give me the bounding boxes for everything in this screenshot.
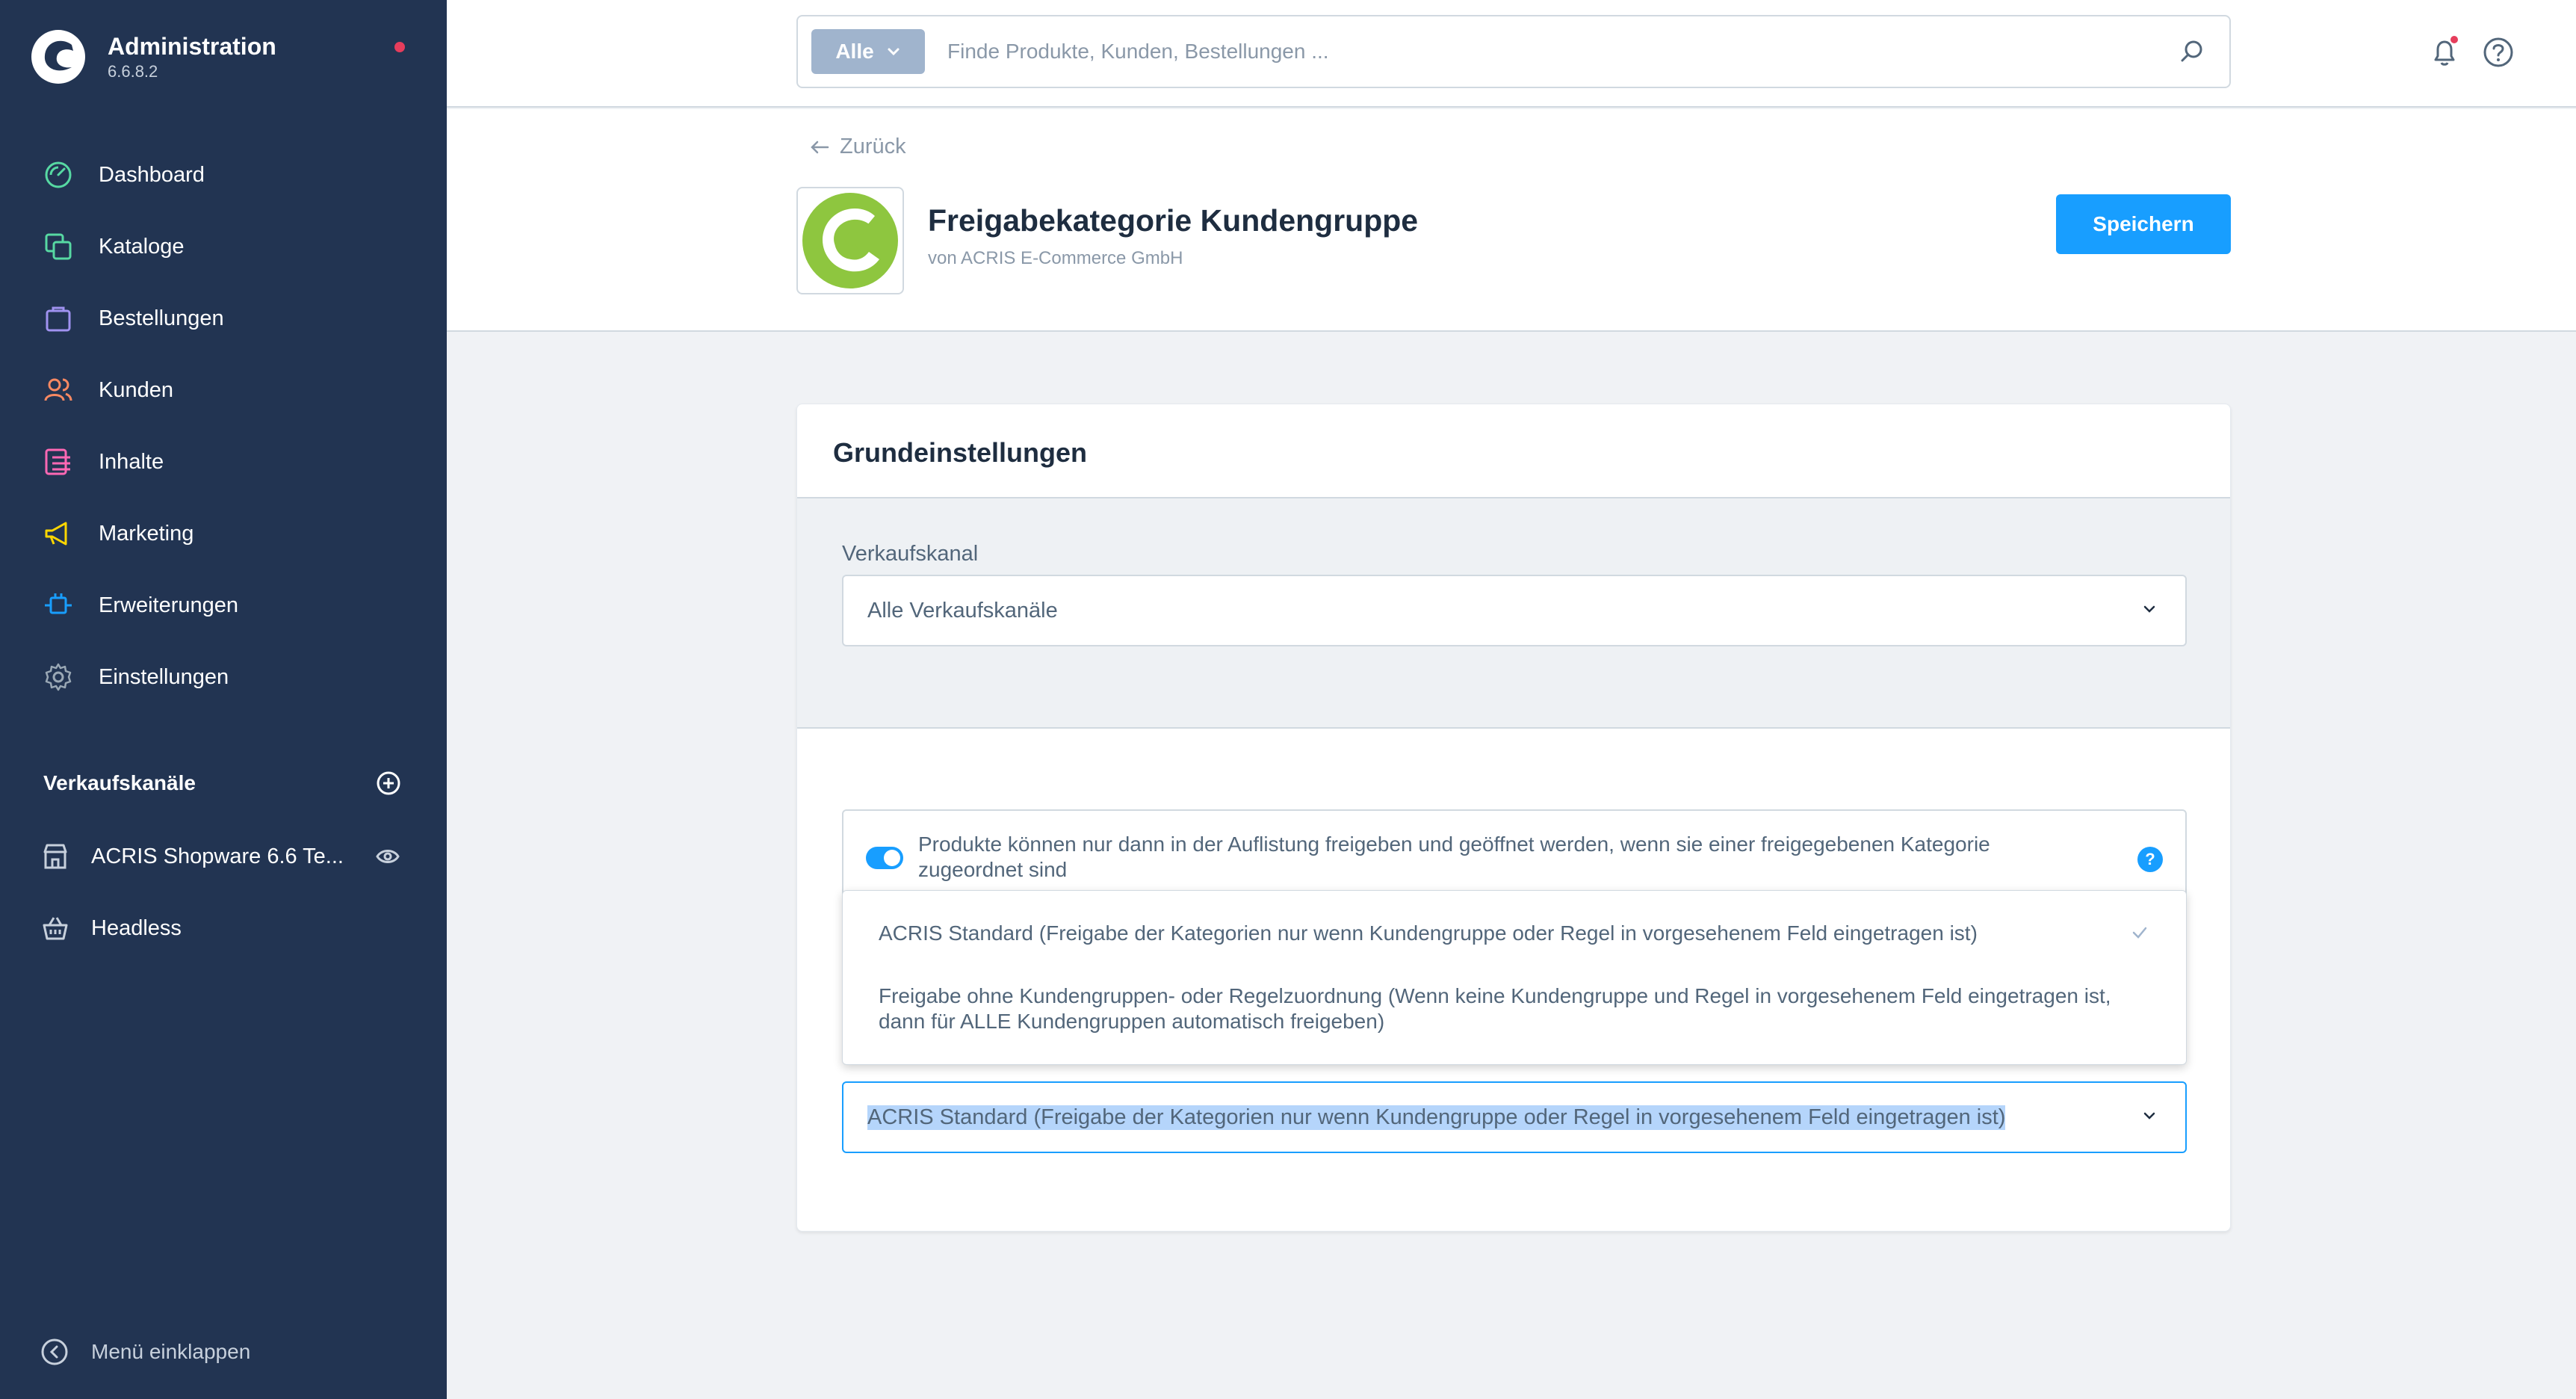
collapse-menu-button[interactable]: Menü einklappen	[40, 1338, 250, 1366]
release-mode-dropdown: ACRIS Standard (Freigabe der Kategorien …	[842, 890, 2187, 1065]
nav-item-label: Inhalte	[99, 449, 164, 474]
release-mode-select[interactable]: ACRIS Standard (Freigabe der Kategorien …	[842, 1081, 2187, 1153]
sales-channel-list: ACRIS Shopware 6.6 Te... Headless	[0, 821, 447, 964]
option-label: Freigabe ohne Kundengruppen- oder Regelz…	[879, 984, 2111, 1033]
dropdown-option[interactable]: ACRIS Standard (Freigabe der Kategorien …	[843, 921, 2186, 946]
option-label: ACRIS Standard (Freigabe der Kategorien …	[879, 921, 1978, 945]
page-title: Freigabekategorie Kundengruppe	[928, 203, 1419, 238]
back-label: Zurück	[840, 135, 906, 158]
sales-channel-section: Verkaufskanal Alle Verkaufskanäle	[797, 497, 2230, 729]
brand-title: Administration	[108, 33, 276, 60]
back-link[interactable]: Zurück	[810, 135, 906, 159]
search-type-label: Alle	[835, 40, 874, 63]
status-dot	[394, 42, 405, 52]
marketing-icon	[40, 516, 76, 552]
nav-item-label: Einstellungen	[99, 664, 229, 689]
nav-item-kunden[interactable]: Kunden	[0, 354, 447, 426]
orders-icon	[40, 300, 76, 336]
sales-channel-item-storefront[interactable]: ACRIS Shopware 6.6 Te...	[0, 821, 447, 892]
search-input[interactable]	[947, 40, 2177, 64]
sales-channel-label: ACRIS Shopware 6.6 Te...	[91, 844, 344, 868]
chevron-down-icon	[2143, 1112, 2155, 1119]
brand-version: 6.6.8.2	[108, 62, 158, 81]
add-sales-channel-icon[interactable]	[375, 770, 402, 797]
content-icon	[40, 444, 76, 480]
sidebar: Administration 6.6.8.2 Dashboard Katalog…	[0, 0, 447, 1399]
nav-item-bestellungen[interactable]: Bestellungen	[0, 282, 447, 354]
sales-channels-header: Verkaufskanäle	[43, 770, 402, 797]
dashboard-icon	[40, 157, 76, 193]
notification-badge	[2449, 34, 2459, 45]
storefront-icon	[43, 844, 67, 869]
nav-item-inhalte[interactable]: Inhalte	[0, 426, 447, 498]
search-icon[interactable]	[2177, 37, 2207, 67]
card-title: Grundeinstellungen	[833, 437, 1088, 468]
main-nav: Dashboard Kataloge Bestellungen Kunden I…	[0, 139, 447, 713]
shopware-logo	[31, 30, 85, 84]
sales-channel-label: Headless	[91, 915, 182, 940]
chevron-down-icon	[888, 48, 900, 56]
sales-channel-label: Verkaufskanal	[842, 542, 979, 566]
nav-item-label: Marketing	[99, 521, 194, 546]
nav-item-dashboard[interactable]: Dashboard	[0, 139, 447, 211]
help-tooltip-icon[interactable]: ?	[2137, 847, 2163, 872]
nav-item-label: Dashboard	[99, 162, 205, 187]
app-vendor: von ACRIS E-Commerce GmbH	[928, 248, 1183, 268]
save-button[interactable]: Speichern	[2056, 194, 2231, 254]
nav-item-kataloge[interactable]: Kataloge	[0, 211, 447, 282]
nav-item-einstellungen[interactable]: Einstellungen	[0, 641, 447, 713]
switch-label: Produkte können nur dann in der Auflistu…	[918, 833, 1990, 881]
nav-item-marketing[interactable]: Marketing	[0, 498, 447, 569]
settings-icon	[40, 659, 76, 695]
chevron-left-circle-icon	[41, 1338, 68, 1365]
arrow-left-icon	[811, 140, 829, 153]
nav-item-label: Kataloge	[99, 234, 185, 259]
checkmark-icon	[2132, 927, 2147, 939]
app-logo	[796, 187, 904, 294]
global-search: Alle	[796, 15, 2231, 88]
dropdown-option[interactable]: Freigabe ohne Kundengruppen- oder Regelz…	[843, 983, 2186, 1034]
topbar: Alle	[447, 0, 2576, 108]
sales-channel-value: Alle Verkaufskanäle	[867, 598, 1058, 623]
category-release-switch[interactable]	[866, 847, 903, 869]
eye-icon[interactable]	[375, 844, 400, 869]
sales-channel-select[interactable]: Alle Verkaufskanäle	[842, 575, 2187, 646]
settings-card: Grundeinstellungen Verkaufskanal Alle Ve…	[796, 404, 2231, 1232]
sales-channels-title: Verkaufskanäle	[43, 771, 196, 794]
brand[interactable]: Administration 6.6.8.2	[30, 28, 276, 85]
customers-icon	[40, 372, 76, 408]
release-mode-value[interactable]: ACRIS Standard (Freigabe der Kategorien …	[867, 1105, 2006, 1130]
catalog-icon	[40, 229, 76, 265]
sales-channel-item-headless[interactable]: Headless	[0, 892, 447, 964]
search-type-select[interactable]: Alle	[811, 29, 925, 74]
extensions-icon	[40, 587, 76, 623]
chevron-down-icon	[2143, 605, 2155, 613]
nav-item-label: Erweiterungen	[99, 593, 238, 617]
headless-icon	[43, 917, 68, 940]
nav-item-erweiterungen[interactable]: Erweiterungen	[0, 569, 447, 641]
nav-item-label: Bestellungen	[99, 306, 224, 330]
nav-item-label: Kunden	[99, 377, 173, 402]
page-header: Zurück Freigabekategorie Kundengruppe vo…	[447, 109, 2576, 332]
help-icon[interactable]	[2482, 36, 2515, 69]
collapse-menu-label: Menü einklappen	[91, 1340, 251, 1363]
